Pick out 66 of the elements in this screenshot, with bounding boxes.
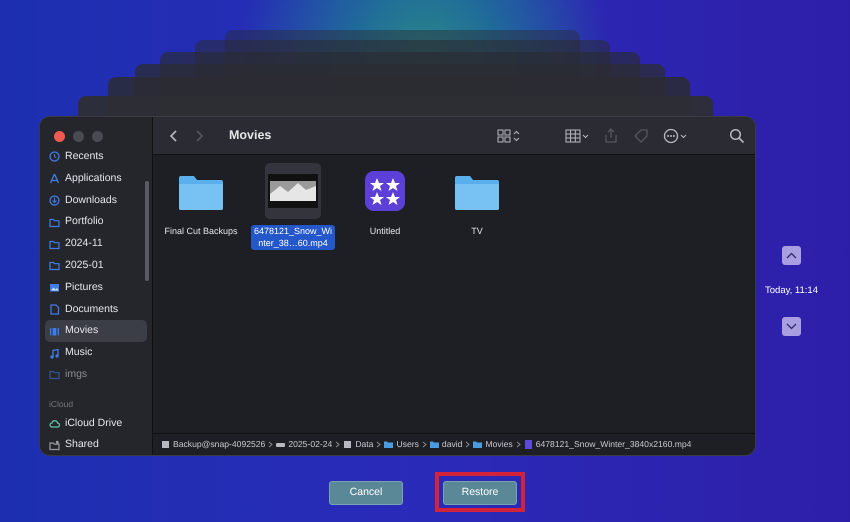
chevron-icon	[376, 441, 382, 448]
chevron-icon	[465, 441, 470, 448]
folder-icon	[49, 260, 60, 272]
path-item[interactable]: Backup@snap-4092526	[173, 438, 266, 451]
chevron-icon	[516, 441, 521, 448]
section-heading: iCloud	[48, 398, 74, 411]
folder-icon	[49, 238, 60, 250]
file-name[interactable]: 6478121_Snow_Winter_38…60.mp4	[251, 225, 335, 250]
path-item[interactable]: Users	[396, 438, 419, 451]
window-title: Movies	[229, 127, 272, 144]
up-chevron-icon	[786, 252, 797, 259]
film-icon	[49, 326, 60, 337]
path-item[interactable]: Movies	[485, 438, 513, 451]
file-name[interactable]: TV	[469, 225, 485, 239]
folder-icon	[473, 440, 482, 449]
chevron-icon	[422, 441, 427, 448]
sidebar-item[interactable]: Movies	[45, 320, 147, 342]
file-name[interactable]: Final Cut Backups	[162, 225, 240, 239]
scrollbar[interactable]	[145, 181, 149, 281]
folder-icon	[430, 440, 439, 449]
group-button[interactable]	[565, 128, 589, 144]
up-button[interactable]	[782, 246, 801, 265]
picture-icon	[49, 282, 60, 294]
app-icon	[365, 171, 405, 211]
drive-icon	[276, 440, 286, 449]
path-item[interactable]: 2025-02-24	[288, 438, 332, 451]
view-mode-button[interactable]	[497, 128, 521, 144]
folder-icon	[49, 369, 60, 380]
down-chevron-icon	[786, 323, 797, 330]
sidebar-item[interactable]: Portfolio	[45, 211, 147, 234]
video-thumbnail	[268, 174, 318, 208]
folder-icon	[384, 440, 394, 449]
dialog-button[interactable]: Cancel	[329, 480, 403, 505]
timeline-date: Today, 11:14	[765, 284, 818, 298]
path-item[interactable]: david	[442, 438, 462, 451]
sidebar-item[interactable]: Applications	[45, 168, 147, 190]
sidebar-item[interactable]: iCloud Drive	[45, 412, 147, 434]
chevron-icon	[335, 441, 340, 448]
search-button[interactable]	[729, 128, 745, 144]
cloud-icon	[49, 418, 60, 429]
chevron-icon	[268, 441, 274, 448]
apps-icon	[49, 173, 60, 184]
dialog-button[interactable]: Restore	[443, 480, 517, 505]
music-note-icon	[49, 348, 60, 359]
shared-folder-icon	[49, 440, 60, 451]
close-button[interactable]	[54, 131, 65, 142]
path-item[interactable]: 6478121_Snow_Winter_3840x2160.mp4	[536, 438, 692, 451]
file-name[interactable]: Untitled	[368, 225, 402, 239]
down-button[interactable]	[782, 317, 801, 336]
file-item[interactable]	[265, 163, 321, 219]
path-item[interactable]: Data	[355, 438, 374, 451]
sidebar-item[interactable]: 2024-11	[45, 233, 147, 255]
more-button[interactable]	[663, 128, 687, 144]
back-button[interactable]	[167, 128, 179, 144]
folder-icon	[49, 216, 60, 228]
clock-icon	[49, 151, 60, 162]
download-icon	[49, 194, 60, 206]
sidebar-item[interactable]: 2025-01	[45, 254, 147, 277]
sidebar-item[interactable]: Music	[45, 342, 147, 364]
sidebar-item[interactable]: Shared	[45, 434, 147, 455]
file-icon	[524, 440, 533, 449]
document-icon	[49, 304, 60, 315]
sidebar-item[interactable]: Documents	[45, 298, 147, 320]
sidebar-item[interactable]: Downloads	[45, 190, 147, 212]
sidebar-item[interactable]: Pictures	[45, 276, 147, 299]
sidebar-item[interactable]: Recents	[45, 146, 147, 168]
